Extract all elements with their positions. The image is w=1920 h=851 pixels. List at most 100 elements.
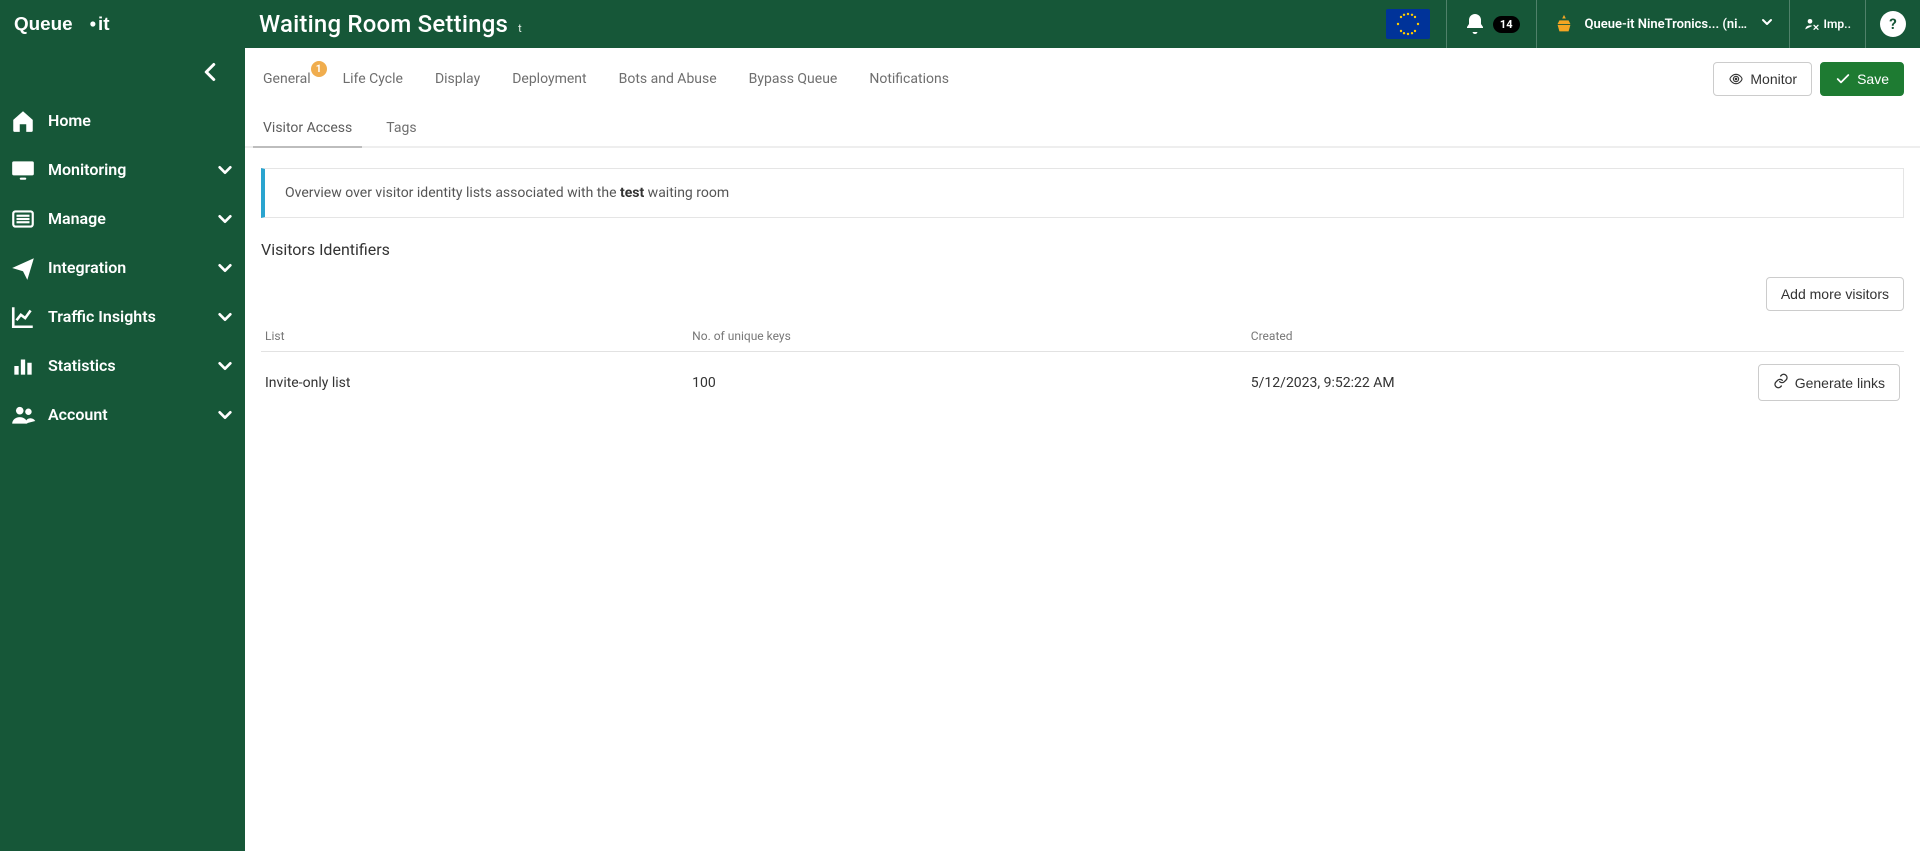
sidebar-item-home[interactable]: Home — [0, 96, 245, 145]
tenant-icon — [1553, 13, 1575, 35]
monitor-button[interactable]: Monitor — [1713, 62, 1812, 96]
page-title: Waiting Room Settings — [259, 10, 508, 38]
tab-label: Bypass Queue — [749, 71, 838, 87]
sidebar: Queue it Home Monitoring Manage Integration… — [0, 0, 245, 851]
subtab-label: Tags — [386, 120, 416, 136]
subtab-tags[interactable]: Tags — [384, 114, 418, 146]
chevron-down-icon — [217, 407, 233, 423]
sidebar-nav: Home Monitoring Manage Integration Traffic I… — [0, 96, 245, 439]
tab-display[interactable]: Display — [433, 65, 482, 93]
column-keys: No. of unique keys — [688, 321, 1247, 352]
primary-tabs: General1 Life Cycle Display Deployment Bots … — [261, 65, 951, 93]
chevron-down-icon — [217, 309, 233, 325]
tab-label: Deployment — [512, 71, 586, 87]
tab-notifications[interactable]: Notifications — [867, 65, 951, 93]
svg-text:it: it — [98, 13, 110, 34]
content-area: General1 Life Cycle Display Deployment Bots … — [245, 48, 1920, 851]
subtab-visitor-access[interactable]: Visitor Access — [261, 114, 354, 146]
tenant-name: Queue-it NineTronics... (nin... — [1585, 17, 1749, 32]
home-icon — [10, 108, 36, 134]
visitors-identifiers-title: Visitors Identifiers — [261, 240, 1904, 259]
tab-label: Notifications — [869, 71, 949, 87]
sidebar-item-integration[interactable]: Integration — [0, 243, 245, 292]
add-more-visitors-label: Add more visitors — [1781, 286, 1889, 302]
chevron-down-icon — [217, 162, 233, 178]
tab-label: Life Cycle — [343, 71, 403, 87]
chart-line-icon — [10, 304, 36, 330]
queueit-logo-icon: Queue it — [14, 12, 151, 36]
sidebar-item-label: Manage — [48, 209, 217, 228]
save-label: Save — [1857, 71, 1889, 87]
sidebar-item-label: Home — [48, 111, 233, 130]
column-list: List — [261, 321, 688, 352]
notifications-count: 14 — [1493, 16, 1520, 33]
info-bold: test — [620, 185, 644, 201]
visitors-table-body: Invite-only list1005/12/2023, 9:52:22 AM… — [261, 352, 1904, 414]
sidebar-item-label: Account — [48, 405, 217, 424]
chevron-down-icon — [217, 260, 233, 276]
tab-badge: 1 — [311, 61, 327, 77]
sidebar-item-statistics[interactable]: Statistics — [0, 341, 245, 390]
monitor-label: Monitor — [1750, 71, 1797, 87]
sidebar-item-label: Traffic Insights — [48, 307, 217, 326]
sidebar-item-account[interactable]: Account — [0, 390, 245, 439]
region-flag[interactable] — [1370, 0, 1446, 48]
tab-bots-and-abuse[interactable]: Bots and Abuse — [617, 65, 719, 93]
sidebar-item-traffic-insights[interactable]: Traffic Insights — [0, 292, 245, 341]
list-icon — [10, 206, 36, 232]
info-callout: Overview over visitor identity lists ass… — [261, 168, 1904, 218]
generate-links-label: Generate links — [1795, 375, 1885, 391]
visitors-table: List No. of unique keys Created Invite-o… — [261, 321, 1904, 413]
tab-life-cycle[interactable]: Life Cycle — [341, 65, 405, 93]
cell-keys: 100 — [688, 352, 1247, 414]
brand-logo[interactable]: Queue it — [0, 0, 245, 48]
sidebar-item-label: Statistics — [48, 356, 217, 375]
impersonate-button[interactable]: Imp.. — [1790, 0, 1865, 48]
save-button[interactable]: Save — [1820, 62, 1904, 96]
main-area: Waiting Room Settings t — [245, 0, 1920, 851]
chevron-down-icon — [217, 358, 233, 374]
users-icon — [10, 402, 36, 428]
help-button[interactable]: ? — [1866, 0, 1920, 48]
tab-label: Bots and Abuse — [619, 71, 717, 87]
bell-icon — [1463, 12, 1487, 36]
generate-links-button[interactable]: Generate links — [1758, 364, 1900, 401]
tenant-switcher[interactable]: Queue-it NineTronics... (nin... — [1537, 0, 1789, 48]
send-icon — [10, 255, 36, 281]
sidebar-item-monitoring[interactable]: Monitoring — [0, 145, 245, 194]
tab-general[interactable]: General1 — [261, 65, 313, 93]
link-icon — [1773, 373, 1789, 392]
page-subtitle: t — [518, 22, 522, 35]
cell-list-name: Invite-only list — [261, 352, 688, 414]
monitor-icon — [10, 157, 36, 183]
topbar: Waiting Room Settings t — [245, 0, 1920, 48]
tab-bypass-queue[interactable]: Bypass Queue — [747, 65, 840, 93]
eu-flag-icon — [1386, 9, 1430, 39]
sidebar-item-manage[interactable]: Manage — [0, 194, 245, 243]
sidebar-item-label: Integration — [48, 258, 217, 277]
table-row: Invite-only list1005/12/2023, 9:52:22 AM… — [261, 352, 1904, 414]
secondary-tabs: Visitor Access Tags — [245, 96, 1920, 148]
help-icon: ? — [1880, 11, 1906, 37]
chevron-left-icon — [203, 62, 217, 82]
column-created: Created — [1247, 321, 1707, 352]
eye-icon — [1728, 71, 1744, 87]
sidebar-collapse-button[interactable] — [0, 48, 245, 96]
check-icon — [1835, 71, 1851, 87]
notifications-button[interactable]: 14 — [1447, 0, 1536, 48]
chevron-down-icon — [217, 211, 233, 227]
svg-text:Queue: Queue — [14, 13, 73, 34]
tab-deployment[interactable]: Deployment — [510, 65, 588, 93]
add-more-visitors-button[interactable]: Add more visitors — [1766, 277, 1904, 311]
tab-label: Display — [435, 71, 480, 87]
info-prefix: Overview over visitor identity lists ass… — [285, 185, 620, 201]
chevron-down-icon — [1761, 16, 1773, 32]
impersonate-label: Imp.. — [1824, 17, 1851, 31]
cell-created: 5/12/2023, 9:52:22 AM — [1247, 352, 1707, 414]
info-suffix: waiting room — [644, 185, 729, 201]
sidebar-item-label: Monitoring — [48, 160, 217, 179]
bars-icon — [10, 353, 36, 379]
subtab-label: Visitor Access — [263, 120, 352, 136]
user-x-icon — [1804, 16, 1820, 32]
tab-label: General — [263, 71, 311, 87]
